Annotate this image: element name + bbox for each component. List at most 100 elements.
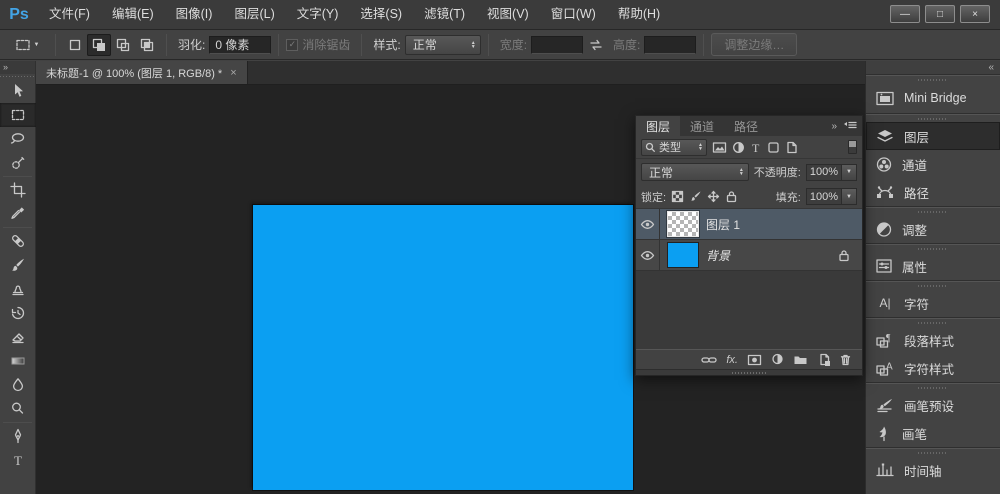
dock-group-grip[interactable]: [866, 74, 1000, 83]
dock-item-paragraph-styles[interactable]: ¶ 段落样式: [866, 326, 1000, 354]
dock-item-mini-bridge[interactable]: Mini Bridge: [866, 83, 1000, 113]
history-brush-tool[interactable]: [0, 301, 36, 325]
visibility-toggle[interactable]: [636, 240, 660, 270]
fill-dropdown-arrow[interactable]: ▼: [842, 188, 857, 205]
new-group-icon[interactable]: [793, 354, 808, 366]
new-adjustment-layer-icon[interactable]: [771, 353, 784, 366]
dock-item-layers[interactable]: 图层: [866, 122, 1000, 150]
lock-image-pixels-icon[interactable]: [689, 190, 702, 203]
filter-shape-layers-icon[interactable]: [767, 141, 780, 154]
lock-all-icon[interactable]: [725, 190, 738, 203]
dodge-tool[interactable]: [0, 397, 36, 421]
close-button[interactable]: ×: [960, 5, 990, 23]
filter-adjustment-layers-icon[interactable]: [732, 141, 745, 154]
style-dropdown[interactable]: 正常 ▲▼: [405, 35, 481, 55]
blur-tool[interactable]: [0, 373, 36, 397]
dock-group-grip[interactable]: [866, 206, 1000, 215]
maximize-button[interactable]: □: [925, 5, 955, 23]
lock-transparent-pixels-icon[interactable]: [671, 190, 684, 203]
clone-stamp-tool[interactable]: [0, 277, 36, 301]
fill-control[interactable]: 100% ▼: [806, 188, 857, 205]
dock-group-grip[interactable]: [866, 382, 1000, 391]
filter-type-layers-icon[interactable]: T: [750, 141, 762, 154]
eyedropper-tool[interactable]: [0, 202, 36, 226]
menu-type[interactable]: 文字(Y): [286, 0, 350, 29]
crop-tool[interactable]: [0, 178, 36, 202]
refine-edge-button[interactable]: 调整边缘…: [711, 33, 797, 56]
dock-item-paths[interactable]: 路径: [866, 178, 1000, 206]
layer-style-fx-icon[interactable]: fx.: [726, 354, 738, 366]
feather-input[interactable]: 0 像素: [209, 36, 271, 54]
toolbar-expand-icon[interactable]: »: [0, 61, 35, 74]
pen-tool[interactable]: [0, 424, 36, 448]
opacity-dropdown-arrow[interactable]: ▼: [842, 164, 857, 181]
layer-name[interactable]: 图层 1: [706, 216, 740, 233]
tab-channels[interactable]: 通道: [680, 116, 724, 136]
delete-layer-icon[interactable]: [839, 353, 852, 366]
new-layer-icon[interactable]: [817, 353, 830, 366]
brush-tool[interactable]: [0, 253, 36, 277]
filter-pixel-layers-icon[interactable]: [712, 141, 727, 154]
panel-menu-icon[interactable]: [843, 121, 857, 131]
menu-select[interactable]: 选择(S): [349, 0, 413, 29]
dock-item-brush[interactable]: 画笔: [866, 419, 1000, 447]
layer-thumbnail[interactable]: [668, 212, 698, 236]
menu-window[interactable]: 窗口(W): [540, 0, 607, 29]
fill-value[interactable]: 100%: [806, 188, 842, 205]
intersect-selection-button[interactable]: [135, 34, 159, 56]
menu-edit[interactable]: 编辑(E): [101, 0, 165, 29]
eraser-tool[interactable]: [0, 325, 36, 349]
dock-group-grip[interactable]: [866, 113, 1000, 122]
dock-item-character[interactable]: A| 字符: [866, 289, 1000, 317]
menu-layer[interactable]: 图层(L): [223, 0, 285, 29]
tab-close-icon[interactable]: ×: [230, 67, 236, 79]
opacity-control[interactable]: 100% ▼: [806, 164, 857, 181]
gradient-tool[interactable]: [0, 349, 36, 373]
rectangular-marquee-tool[interactable]: [0, 103, 36, 127]
layer-row-layer1[interactable]: 图层 1: [636, 209, 862, 240]
document-canvas[interactable]: [253, 205, 633, 490]
layer-filter-toggle[interactable]: [848, 140, 857, 154]
tool-preset-picker[interactable]: ▼: [6, 34, 48, 56]
tab-layers[interactable]: 图层: [636, 116, 680, 136]
dock-item-channels[interactable]: 通道: [866, 150, 1000, 178]
width-input[interactable]: [531, 36, 583, 54]
tab-paths[interactable]: 路径: [724, 116, 768, 136]
layer-thumbnail[interactable]: [668, 243, 698, 267]
document-tab[interactable]: 未标题-1 @ 100% (图层 1, RGB/8) * ×: [36, 61, 248, 84]
layer-row-background[interactable]: 背景: [636, 240, 862, 271]
lock-position-icon[interactable]: [707, 190, 720, 203]
menu-view[interactable]: 视图(V): [476, 0, 540, 29]
menu-help[interactable]: 帮助(H): [607, 0, 671, 29]
dock-group-grip[interactable]: [866, 280, 1000, 289]
subtract-from-selection-button[interactable]: [111, 34, 135, 56]
minimize-button[interactable]: —: [890, 5, 920, 23]
spot-healing-brush-tool[interactable]: [0, 229, 36, 253]
add-to-selection-button[interactable]: [87, 34, 111, 56]
quick-selection-tool[interactable]: [0, 151, 36, 175]
dock-group-grip[interactable]: [866, 317, 1000, 326]
panel-collapse-icon[interactable]: »: [831, 121, 837, 132]
opacity-value[interactable]: 100%: [806, 164, 842, 181]
panel-resize-grip[interactable]: [636, 369, 862, 375]
menu-file[interactable]: 文件(F): [38, 0, 101, 29]
dock-group-grip[interactable]: [866, 447, 1000, 456]
menu-image[interactable]: 图像(I): [165, 0, 224, 29]
dock-collapse-icon[interactable]: «: [866, 61, 1000, 74]
filter-kind-dropdown[interactable]: 类型 ▲▼: [641, 139, 707, 156]
visibility-toggle[interactable]: [636, 209, 660, 239]
new-selection-button[interactable]: [63, 34, 87, 56]
menu-filter[interactable]: 滤镜(T): [413, 0, 476, 29]
filter-smart-object-icon[interactable]: [785, 141, 798, 154]
dock-item-brush-presets[interactable]: 画笔预设: [866, 391, 1000, 419]
dock-item-character-styles[interactable]: A 画笔预设 字符样式: [866, 354, 1000, 382]
dock-item-timeline[interactable]: 时间轴: [866, 456, 1000, 484]
add-layer-mask-icon[interactable]: [747, 354, 762, 366]
blend-mode-dropdown[interactable]: 正常 ▲▼: [641, 163, 749, 181]
move-tool[interactable]: [0, 79, 36, 103]
dock-group-grip[interactable]: [866, 243, 1000, 252]
antialias-checkbox[interactable]: ✓: [286, 39, 298, 51]
link-layers-icon[interactable]: [701, 355, 717, 365]
layer-name[interactable]: 背景: [706, 247, 730, 264]
dock-item-properties[interactable]: 属性: [866, 252, 1000, 280]
